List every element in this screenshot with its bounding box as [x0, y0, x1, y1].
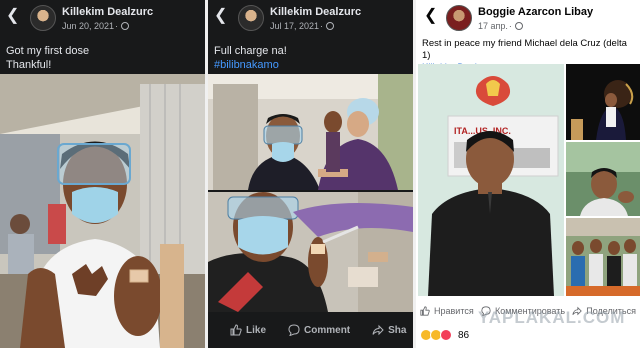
- post-header: ❮ Killekim Dealzurc Jul 17, 2021·: [208, 0, 413, 36]
- author-name[interactable]: Killekim Dealzurc: [62, 6, 153, 18]
- post-photo-bottom[interactable]: [208, 192, 413, 312]
- post-photo-main[interactable]: ITA...US, INC.: [418, 64, 564, 296]
- comment-label: Comment: [304, 324, 351, 336]
- like-label: Like: [246, 324, 267, 336]
- globe-icon: [514, 22, 523, 30]
- hashtag-link[interactable]: #bilibnakamo: [214, 58, 407, 72]
- love-reaction-icon: [440, 329, 452, 341]
- thumbs-up-icon: [230, 324, 242, 336]
- share-icon: [372, 324, 384, 336]
- post-text: Full charge na! #bilibnakamo: [214, 44, 407, 72]
- watermark-text: YAPLAKAL.COM: [478, 308, 626, 327]
- post-panel-3: ❮ Boggie Azarcon Libay 17 апр.· Rest in …: [416, 0, 640, 348]
- back-arrow-icon[interactable]: ❮: [214, 8, 227, 24]
- post-action-bar: Like Comment Sha: [208, 312, 413, 348]
- avatar[interactable]: [446, 5, 472, 31]
- post-photo[interactable]: [0, 74, 205, 348]
- post-text: Got my first dose Thankful!: [6, 44, 199, 72]
- avatar[interactable]: [238, 5, 264, 31]
- post-panel-1: ❮ Killekim Dealzurc Jun 20, 2021· Got my…: [0, 0, 205, 348]
- post-panel-2: ❮ Killekim Dealzurc Jul 17, 2021· Full c…: [208, 0, 413, 348]
- post-text-line: Thankful!: [6, 59, 52, 71]
- globe-icon: [121, 22, 130, 30]
- back-arrow-icon[interactable]: ❮: [6, 8, 19, 24]
- globe-icon: [326, 22, 335, 30]
- reaction-summary[interactable]: 86: [420, 327, 469, 343]
- post-photo-thumb-3[interactable]: [566, 218, 640, 296]
- back-arrow-icon[interactable]: ❮: [424, 8, 437, 24]
- like-button[interactable]: Нравится: [418, 306, 476, 316]
- thumbs-up-icon: [420, 306, 430, 316]
- author-name[interactable]: Boggie Azarcon Libay: [478, 6, 593, 18]
- post-date: Jul 17, 2021·: [270, 21, 335, 31]
- post-text-line: Full charge na!: [214, 45, 287, 57]
- post-photo-thumb-2[interactable]: [566, 142, 640, 216]
- share-button[interactable]: Sha: [364, 324, 413, 336]
- like-button[interactable]: Like: [222, 324, 274, 336]
- post-photo-thumb-1[interactable]: [566, 64, 640, 140]
- post-header: ❮ Boggie Azarcon Libay 17 апр.·: [416, 0, 640, 36]
- author-name[interactable]: Killekim Dealzurc: [270, 6, 361, 18]
- avatar[interactable]: [30, 5, 56, 31]
- comment-button[interactable]: Comment: [280, 324, 358, 336]
- post-text-line: Rest in peace my friend Michael dela Cru…: [422, 38, 627, 61]
- share-label: Sha: [388, 324, 407, 336]
- post-date: 17 апр.·: [478, 21, 523, 31]
- like-label: Нравится: [434, 306, 474, 316]
- comment-icon: [288, 324, 300, 336]
- reaction-count: 86: [458, 329, 470, 341]
- post-date: Jun 20, 2021·: [62, 21, 130, 31]
- post-photo-top[interactable]: [208, 74, 413, 190]
- post-text-line: Got my first dose: [6, 45, 90, 57]
- post-header: ❮ Killekim Dealzurc Jun 20, 2021·: [0, 0, 205, 36]
